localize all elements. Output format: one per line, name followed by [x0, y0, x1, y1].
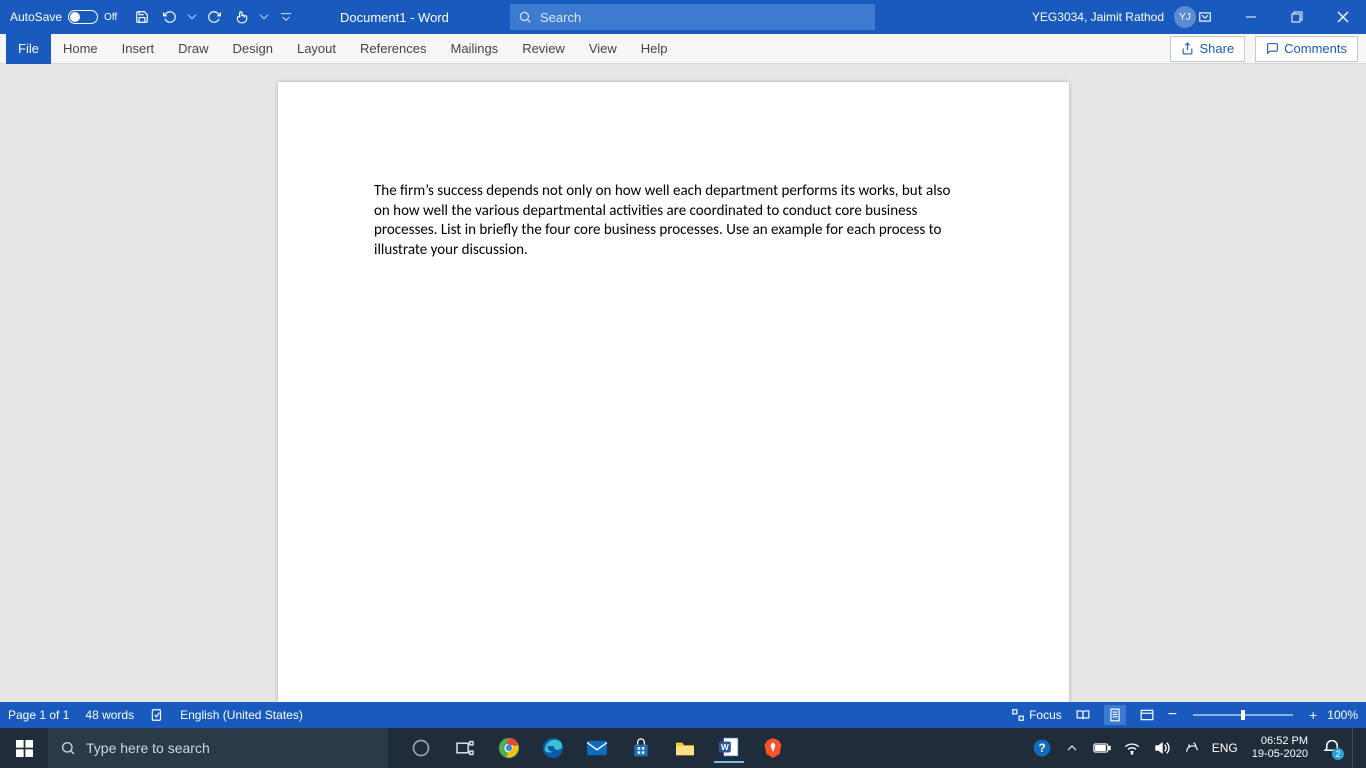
svg-text:W: W: [721, 743, 729, 752]
tray-language[interactable]: ENG: [1212, 741, 1238, 755]
save-icon[interactable]: [131, 6, 153, 28]
tab-help[interactable]: Help: [629, 34, 680, 64]
close-button[interactable]: [1320, 0, 1366, 34]
autosave-switch-icon: [68, 10, 98, 24]
status-language[interactable]: English (United States): [180, 708, 303, 722]
wifi-icon[interactable]: [1122, 738, 1142, 758]
comments-button[interactable]: Comments: [1255, 36, 1358, 62]
app-title: Document1 - Word: [340, 10, 449, 25]
share-comments-group: Share Comments: [1170, 36, 1358, 62]
quick-access-toolbar: [131, 6, 297, 28]
zoom-out-button[interactable]: −: [1168, 706, 1177, 724]
notif-badge: 2: [1332, 748, 1344, 760]
qat-customize-icon[interactable]: [275, 6, 297, 28]
volume-icon[interactable]: [1152, 738, 1172, 758]
ribbon-tabs: File Home Insert Draw Design Layout Refe…: [0, 34, 1366, 64]
undo-dropdown-icon[interactable]: [187, 6, 197, 28]
touch-mode-icon[interactable]: [231, 6, 253, 28]
status-words[interactable]: 48 words: [85, 708, 134, 722]
document-body-text[interactable]: The firm’s success depends not only on h…: [374, 182, 966, 260]
minimize-button[interactable]: [1228, 0, 1274, 34]
status-page[interactable]: Page 1 of 1: [8, 708, 69, 722]
redo-icon[interactable]: [203, 6, 225, 28]
user-area[interactable]: YEG3034, Jaimit Rathod YJ: [1032, 6, 1196, 28]
edge-icon[interactable]: [538, 733, 568, 763]
tray-date: 19-05-2020: [1252, 748, 1308, 761]
cortana-icon[interactable]: [406, 733, 436, 763]
tab-design[interactable]: Design: [221, 34, 285, 64]
show-desktop-button[interactable]: [1352, 728, 1358, 768]
undo-icon[interactable]: [159, 6, 181, 28]
share-button[interactable]: Share: [1170, 36, 1245, 62]
tab-references[interactable]: References: [348, 34, 438, 64]
web-layout-icon[interactable]: [1136, 705, 1158, 725]
taskbar-search-input[interactable]: [86, 740, 376, 756]
tab-insert[interactable]: Insert: [110, 34, 167, 64]
autosave-toggle[interactable]: AutoSave Off: [0, 10, 127, 24]
touch-dropdown-icon[interactable]: [259, 6, 269, 28]
status-bar: Page 1 of 1 48 words English (United Sta…: [0, 702, 1366, 728]
ribbon-display-options-icon[interactable]: [1194, 6, 1216, 28]
store-icon[interactable]: [626, 733, 656, 763]
system-tray: ? ENG 06:52 PM 19-05-2020 2: [1024, 728, 1366, 768]
autosave-label: AutoSave: [10, 10, 62, 24]
document-page[interactable]: The firm’s success depends not only on h…: [278, 82, 1069, 702]
autosave-state: Off: [104, 12, 117, 23]
help-icon[interactable]: ?: [1032, 738, 1052, 758]
zoom-in-button[interactable]: +: [1309, 707, 1317, 723]
notifications-icon[interactable]: 2: [1322, 738, 1342, 758]
focus-icon: [1011, 708, 1025, 722]
brave-icon[interactable]: [758, 733, 788, 763]
maximize-button[interactable]: [1274, 0, 1320, 34]
tab-review[interactable]: Review: [510, 34, 577, 64]
spellcheck-icon[interactable]: [150, 708, 164, 722]
file-explorer-icon[interactable]: [670, 733, 700, 763]
taskbar-apps: W: [406, 728, 788, 768]
tab-view[interactable]: View: [577, 34, 629, 64]
print-layout-icon[interactable]: [1104, 705, 1126, 725]
taskbar-search[interactable]: [48, 728, 388, 768]
tab-layout[interactable]: Layout: [285, 34, 348, 64]
search-icon: [518, 10, 532, 24]
mail-icon[interactable]: [582, 733, 612, 763]
comments-icon: [1266, 42, 1279, 55]
window-controls: [1228, 0, 1366, 34]
start-button[interactable]: [0, 728, 48, 768]
zoom-slider[interactable]: [1193, 714, 1293, 716]
tab-file[interactable]: File: [6, 34, 51, 64]
focus-mode-button[interactable]: Focus: [1011, 708, 1062, 722]
tray-clock[interactable]: 06:52 PM 19-05-2020: [1252, 735, 1308, 760]
word-icon[interactable]: W: [714, 733, 744, 763]
chrome-icon[interactable]: [494, 733, 524, 763]
avatar: YJ: [1174, 6, 1196, 28]
comments-label: Comments: [1284, 41, 1347, 56]
read-mode-icon[interactable]: [1072, 705, 1094, 725]
share-label: Share: [1199, 41, 1234, 56]
tab-draw[interactable]: Draw: [166, 34, 220, 64]
status-right: Focus − + 100%: [1011, 705, 1358, 725]
tray-time: 06:52 PM: [1252, 735, 1308, 748]
input-method-icon[interactable]: [1182, 738, 1202, 758]
tab-mailings[interactable]: Mailings: [439, 34, 511, 64]
task-view-icon[interactable]: [450, 733, 480, 763]
user-name: YEG3034, Jaimit Rathod: [1032, 10, 1164, 24]
search-icon: [60, 740, 76, 756]
document-canvas[interactable]: The firm’s success depends not only on h…: [0, 64, 1366, 702]
search-input[interactable]: [540, 10, 867, 25]
share-icon: [1181, 42, 1194, 55]
tab-home[interactable]: Home: [51, 34, 110, 64]
search-box[interactable]: [510, 4, 875, 30]
svg-text:?: ?: [1038, 742, 1045, 755]
windows-icon: [16, 740, 33, 757]
zoom-level[interactable]: 100%: [1327, 708, 1358, 722]
focus-label: Focus: [1029, 708, 1062, 722]
title-bar: AutoSave Off Document1 - Word YEG3034, J…: [0, 0, 1366, 34]
windows-taskbar: W ? ENG 06:52 PM 19-05-2020 2: [0, 728, 1366, 768]
battery-icon[interactable]: [1092, 738, 1112, 758]
tray-chevron-icon[interactable]: [1062, 738, 1082, 758]
